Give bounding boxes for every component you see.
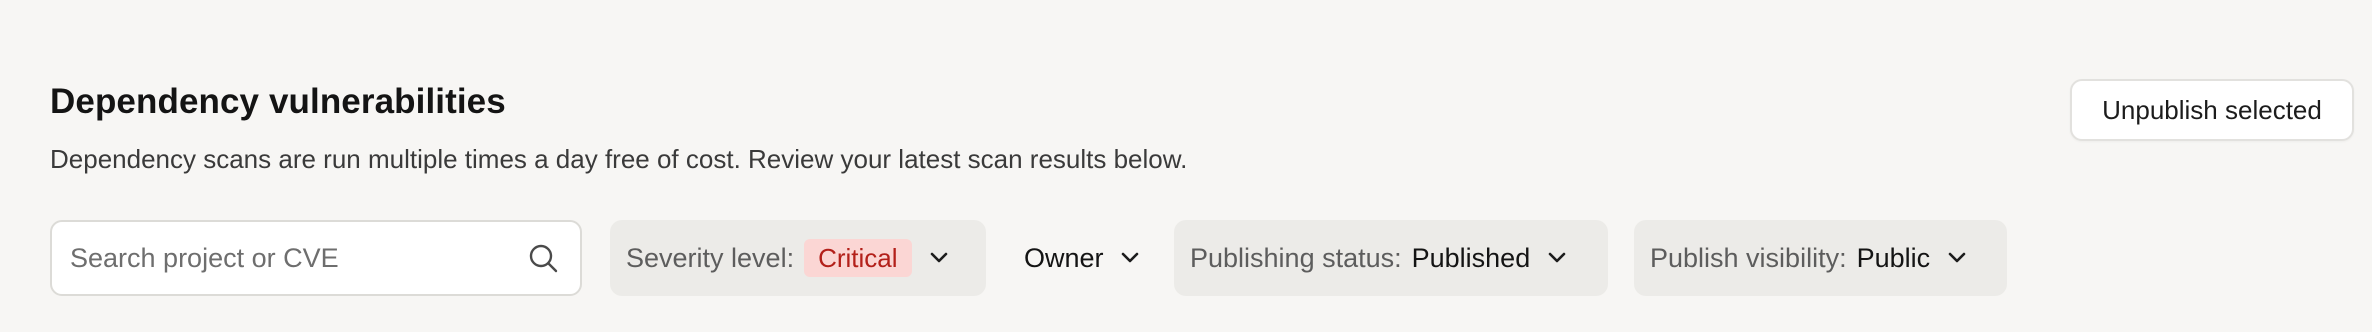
page-title: Dependency vulnerabilities	[50, 82, 506, 121]
chevron-down-icon	[928, 247, 950, 269]
chevron-down-icon	[1120, 247, 1140, 269]
unpublish-selected-button[interactable]: Unpublish selected	[2070, 79, 2354, 141]
severity-badge: Critical	[804, 239, 912, 277]
publishing-status-label: Publishing status:	[1190, 242, 1402, 273]
publish-visibility-label: Publish visibility:	[1650, 242, 1847, 273]
page-subtitle: Dependency scans are run multiple times …	[50, 144, 1188, 174]
filter-bar: Severity level: Critical Owner Publishin…	[50, 220, 2007, 296]
owner-filter-label: Owner	[1024, 242, 1104, 273]
chevron-down-icon	[1546, 247, 1568, 269]
publish-visibility-filter-dropdown[interactable]: Publish visibility: Public	[1634, 220, 2007, 296]
owner-filter-dropdown[interactable]: Owner	[1010, 220, 1150, 296]
publish-visibility-value: Public	[1856, 242, 1931, 273]
publishing-status-value: Published	[1411, 242, 1531, 273]
search-box[interactable]	[50, 220, 582, 296]
chevron-down-icon	[1946, 247, 1968, 269]
search-icon[interactable]	[526, 241, 560, 275]
severity-filter-label: Severity level:	[626, 242, 795, 273]
search-input[interactable]	[70, 242, 510, 274]
severity-filter-dropdown[interactable]: Severity level: Critical	[610, 220, 986, 296]
publishing-status-filter-dropdown[interactable]: Publishing status: Published	[1174, 220, 1608, 296]
page: Dependency vulnerabilities Dependency sc…	[0, 0, 2372, 332]
